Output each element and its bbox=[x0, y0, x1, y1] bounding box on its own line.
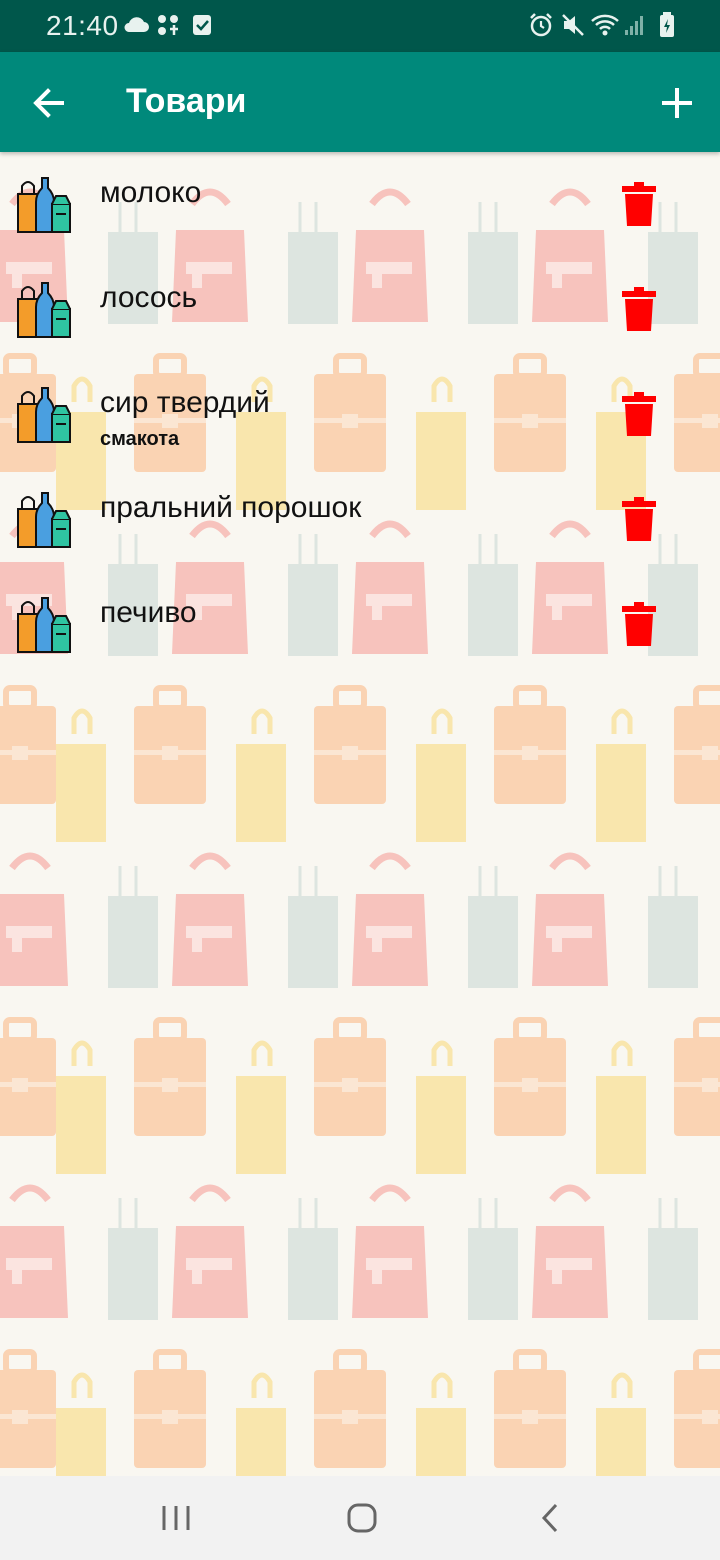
trash-icon[interactable] bbox=[622, 392, 656, 436]
back-icon[interactable] bbox=[530, 1498, 570, 1538]
mute-icon bbox=[562, 14, 584, 36]
item-name: молоко bbox=[100, 176, 202, 209]
home-icon[interactable] bbox=[342, 1498, 382, 1538]
grocery-icon bbox=[17, 492, 71, 548]
cloud-icon bbox=[124, 17, 149, 32]
item-name: лосось bbox=[100, 281, 198, 314]
list-item[interactable]: пральний порошок bbox=[0, 467, 720, 572]
grocery-icon bbox=[17, 387, 71, 443]
page-title: Товари bbox=[126, 82, 247, 120]
item-name: пральний порошок bbox=[100, 491, 362, 524]
navigation-bar bbox=[0, 1476, 720, 1560]
status-time: 21:40 bbox=[46, 10, 119, 41]
trash-icon[interactable] bbox=[622, 602, 656, 646]
trash-icon[interactable] bbox=[622, 182, 656, 226]
alarm-icon bbox=[530, 13, 552, 37]
list-item[interactable]: печиво bbox=[0, 572, 720, 677]
status-bar: 21:40 bbox=[0, 0, 720, 52]
plus-icon[interactable] bbox=[652, 78, 702, 128]
trash-icon[interactable] bbox=[622, 287, 656, 331]
item-name: сир твердий bbox=[100, 386, 270, 419]
item-subtitle: смакота bbox=[100, 428, 180, 450]
list-item[interactable]: сир твердий смакота bbox=[0, 362, 720, 467]
trash-icon[interactable] bbox=[622, 497, 656, 541]
signal-icon bbox=[625, 16, 643, 35]
item-name: печиво bbox=[100, 596, 197, 629]
app-bar: Товари bbox=[0, 52, 720, 152]
product-list: молоко лосось сир твердий смакота пральн… bbox=[0, 152, 720, 677]
apps-sync-icon bbox=[158, 15, 178, 35]
recent-apps-icon[interactable] bbox=[156, 1498, 196, 1538]
checkbox-icon bbox=[193, 15, 211, 35]
arrow-back-icon[interactable] bbox=[24, 78, 74, 128]
battery-charging-icon bbox=[660, 12, 674, 37]
grocery-icon bbox=[17, 177, 71, 233]
list-item[interactable]: лосось bbox=[0, 257, 720, 362]
grocery-icon bbox=[17, 282, 71, 338]
list-item[interactable]: молоко bbox=[0, 152, 720, 257]
grocery-icon bbox=[17, 597, 71, 653]
wifi-icon bbox=[591, 14, 619, 36]
